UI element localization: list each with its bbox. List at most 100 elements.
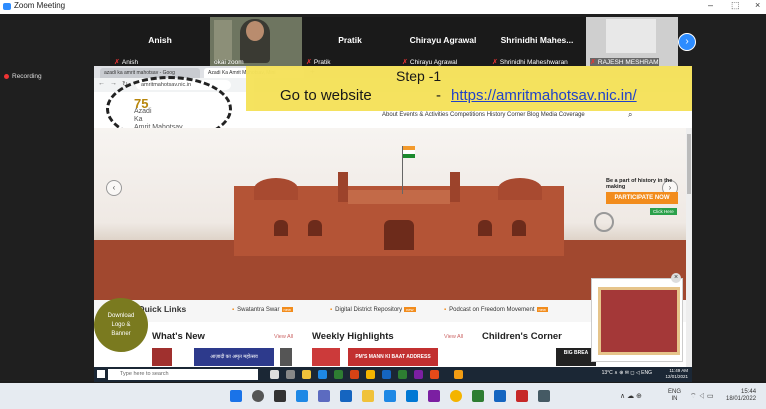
page-scrollbar[interactable] [686,128,692,368]
participant-tile[interactable]: Pratik ✗ Pratik [302,17,398,67]
excel-icon[interactable] [472,390,484,402]
recording-indicator[interactable]: Recording [4,73,42,80]
window-title: Zoom Meeting [14,1,66,10]
slider-prev-button[interactable]: ‹ [106,180,122,196]
taskbar-clock[interactable]: 11:49 AM 12/01/2021 [665,368,688,380]
app-icon[interactable] [538,390,550,402]
mic-muted-icon: ✗ [306,59,312,66]
news-thumbnail[interactable]: आज़ादी का अमृत महोत्सव [194,348,274,366]
wifi-volume-battery-icons[interactable]: ⌔ ◁ ▭ [690,392,714,401]
windows-taskbar: ∧ ☁ ⊕ ENG IN ⌔ ◁ ▭ 15:44 18/01/2022 [0,383,766,409]
participant-label: ✗ Chirayu Agrawal [402,59,458,66]
zoom-app-icon [3,3,11,10]
word-icon[interactable] [494,390,506,402]
download-logo-banner-button[interactable]: Download Logo & Banner [94,298,148,352]
quick-link[interactable]: ▪ Digital District Repository new [330,307,416,313]
windows-start-icon[interactable] [230,390,242,402]
app-icon[interactable] [350,370,359,379]
site-nav-menu[interactable]: About Events & Activities Competitions H… [382,112,585,118]
recording-dot-icon [4,73,9,79]
background-door [214,20,232,60]
taskbar-search-input[interactable]: Type here to search [108,369,258,380]
folder-icon[interactable] [362,390,374,402]
scrollbar-thumb[interactable] [687,134,691,194]
taskbar-clock[interactable]: 15:44 18/01/2022 [726,389,756,403]
powerpoint-icon[interactable] [516,390,528,402]
participant-label: okai zoom [214,59,244,66]
app-icon[interactable] [430,370,439,379]
minimize-button[interactable]: – [708,0,713,10]
fort-dome [498,178,542,200]
view-all-link[interactable]: View All [274,334,293,340]
participant-name: Chirayu Agrawal [409,35,477,45]
chrome-icon[interactable] [450,390,462,402]
participate-now-button[interactable]: PARTICIPATE NOW [606,192,678,204]
widgets-icon[interactable] [296,390,308,402]
next-page-button[interactable]: › [678,33,696,51]
teams-icon[interactable] [428,390,440,402]
weekly-highlights-title: Weekly Highlights [312,331,394,342]
children-thumbnail[interactable]: BIG BREA [556,348,596,366]
india-flag-icon [403,146,415,158]
mic-muted-icon: ✗ [492,59,498,66]
participant-tile[interactable]: Anish ✗ Anish [110,17,210,67]
highlight-thumbnail[interactable] [312,348,340,366]
participant-video-tile[interactable]: okai zoom [210,17,302,67]
fort-minaret [338,172,348,202]
participant-tile[interactable]: Shrinidhi Mahes... ✗ Shrinidhi Maheshwara… [488,17,586,67]
zoom-icon[interactable] [340,390,352,402]
store-icon[interactable] [384,390,396,402]
mic-muted-icon: ✗ [114,59,120,66]
fort-minaret [450,172,460,202]
video-popup[interactable]: × [591,273,683,362]
chat-icon[interactable] [318,390,330,402]
chrome-icon[interactable] [454,370,463,379]
view-all-link[interactable]: View All [444,334,463,340]
childrens-corner-title: Children's Corner [482,331,562,342]
app-icon[interactable] [414,370,423,379]
fort-window [478,220,492,236]
taskview-icon[interactable] [274,390,286,402]
quick-link[interactable]: ▪ Podcast on Freedom Movement new [444,307,548,313]
promo-text: Be a part of history in the making [606,178,673,190]
news-thumbnail[interactable] [152,348,172,366]
forward-icon[interactable]: → [110,80,117,87]
participant-video [606,19,656,53]
fort-window [274,220,288,236]
edge-icon[interactable] [406,390,418,402]
edge-icon[interactable] [318,370,327,379]
shared-screen: azadi ka amrit mahotsav - Goog Azadi Ka … [94,66,692,382]
participant-label: ✗ Pratik [306,59,331,66]
whats-new-title: What's New [152,331,205,342]
search-icon[interactable]: ⌕ [628,110,632,120]
news-thumbnail[interactable] [280,348,292,366]
highlight-thumbnail[interactable]: PM'S MANN KI BAAT ADDRESS [348,348,438,366]
fort-gate [384,220,414,250]
participant-label: ✗ Anish [114,59,139,66]
participant-tile[interactable]: ✗ RAJESH MESHRAM [586,17,678,67]
system-tray[interactable]: ∧ ☁ ⊕ [620,392,642,400]
widgets-icon[interactable] [286,370,295,379]
app-icon[interactable] [334,370,343,379]
website-link[interactable]: https://amritmahotsav.nic.in/ [451,87,637,104]
system-tray[interactable]: 13°C ∧ ⊕ ✉ ◻ ◁ ENG [602,370,652,376]
excel-icon[interactable] [398,370,407,379]
participant-label: ✗ Shrinidhi Maheshwaran [492,59,568,66]
windows-start-icon[interactable] [97,370,105,378]
participant-tile[interactable]: Chirayu Agrawal ✗ Chirayu Agrawal [398,17,488,67]
word-icon[interactable] [382,370,391,379]
chrome-icon[interactable] [366,370,375,379]
participate-promo: Be a part of history in the making PARTI… [606,178,682,215]
language-indicator[interactable]: ENG IN [668,389,681,403]
back-icon[interactable]: ← [98,80,105,87]
taskview-icon[interactable] [270,370,279,379]
search-icon[interactable] [252,390,264,402]
close-button[interactable]: × [755,0,760,10]
goto-dash: - [436,87,441,104]
maximize-button[interactable]: ⬚ [731,0,740,11]
folder-icon[interactable] [302,370,311,379]
mic-muted-icon: ✗ [402,59,408,66]
quick-link[interactable]: ▪ Swatantra Swar new [232,307,293,313]
click-here-button[interactable]: Click Here [650,208,677,215]
close-popup-icon[interactable]: × [671,273,681,283]
